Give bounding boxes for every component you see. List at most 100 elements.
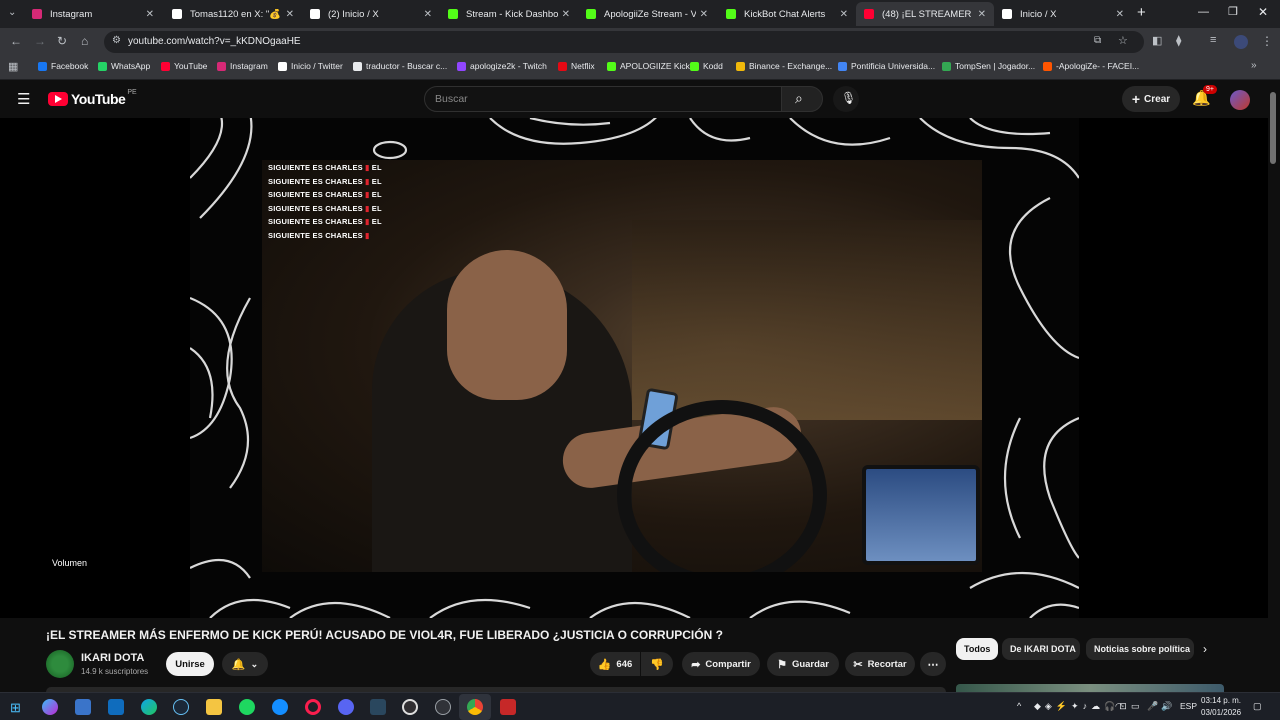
tab-close-icon[interactable]: ✕ [286, 9, 294, 20]
discord-icon[interactable] [338, 699, 354, 715]
site-info-icon[interactable]: ⚙ [112, 35, 121, 46]
page-scrollbar[interactable] [1270, 92, 1276, 164]
opera-gx-icon[interactable] [305, 699, 321, 715]
new-tab-button[interactable]: + [1137, 4, 1146, 21]
bookmark-item[interactable]: Kodd [690, 61, 723, 71]
bookmark-item[interactable]: Inicio / Twitter [278, 61, 343, 71]
channel-name[interactable]: IKARI DOTA [81, 652, 144, 664]
browser-tab[interactable]: (48) ¡EL STREAMER M ✕ [856, 2, 994, 26]
bookmark-item[interactable]: Binance - Exchange... [736, 61, 832, 71]
address-bar[interactable]: ⚙ youtube.com/watch?v=_kKDNOgaaHE ⧉ ☆ [104, 31, 1144, 53]
battlenet-icon[interactable] [272, 699, 288, 715]
bookmark-item[interactable]: Facebook [38, 61, 88, 71]
clock-date[interactable]: 03/01/2026 [1201, 708, 1241, 717]
browser-tab[interactable]: KickBot Chat Alerts ✕ [718, 2, 856, 26]
filter-chip[interactable]: Todos [956, 638, 998, 660]
browser-tab[interactable]: (2) Inicio / X ✕ [302, 2, 440, 26]
bookmark-item[interactable]: traductor - Buscar c... [353, 61, 447, 71]
browser-tab[interactable]: Inicio / X ✕ [994, 2, 1132, 26]
video-player[interactable]: SIGUIENTE ES CHARLES ▮ EL SIGUIENTE ES CH… [0, 118, 1268, 618]
close-window-icon[interactable]: ✕ [1258, 5, 1268, 19]
browser-tab[interactable]: Tomas1120 en X: "💰 $20 ✕ [164, 2, 302, 26]
chart-app-icon[interactable] [435, 699, 451, 715]
profile-avatar[interactable] [1234, 35, 1248, 49]
dislike-button[interactable]: 👎 [641, 652, 673, 676]
bookmark-star-icon[interactable]: ☆ [1118, 34, 1128, 47]
back-arrow-icon[interactable]: ← [10, 34, 22, 48]
browser-tab[interactable]: Stream - Kick Dashboard ✕ [440, 2, 578, 26]
microphone-tray-icon[interactable]: 🎤 [1147, 701, 1158, 712]
subscribed-notifications-button[interactable]: 🔔 ⌄ [222, 652, 268, 676]
wifi-icon[interactable]: ◠ [1115, 701, 1123, 712]
filter-chip[interactable]: De IKARI DOTA [1002, 638, 1080, 660]
bookmark-item[interactable]: APOLOGIIZE Kick [607, 61, 690, 71]
outlook-icon[interactable] [108, 699, 124, 715]
search-button[interactable]: ⌕ [781, 86, 823, 112]
account-avatar[interactable] [1230, 90, 1250, 110]
browser-menu-icon[interactable]: ⋮ [1261, 34, 1273, 48]
notification-center-icon[interactable]: ▢ [1253, 701, 1262, 712]
browser-tab[interactable]: Instagram ✕ [24, 2, 162, 26]
install-app-icon[interactable]: ⧉ [1094, 35, 1101, 46]
restore-window-icon[interactable]: ❐ [1228, 5, 1238, 18]
tray-overflow-icon[interactable]: ^ [1017, 701, 1021, 711]
media-control-icon[interactable]: ≡ [1210, 34, 1216, 46]
channel-avatar[interactable] [46, 650, 74, 678]
steam-client-icon[interactable] [370, 699, 386, 715]
bookmark-item[interactable]: Pontificia Universida... [838, 61, 935, 71]
game-launcher-icon[interactable] [500, 699, 516, 715]
windows-start-icon[interactable]: ⊞ [10, 700, 21, 716]
tab-close-icon[interactable]: ✕ [700, 9, 708, 20]
tab-close-icon[interactable]: ✕ [146, 9, 154, 20]
bookmark-item[interactable]: -ApologiZe- - FACEI... [1043, 61, 1139, 71]
create-button[interactable]: + Crear [1122, 86, 1180, 112]
bookmark-item[interactable]: YouTube [161, 61, 207, 71]
tab-search-chevron-icon[interactable]: ⌄ [8, 7, 16, 18]
youtube-logo[interactable]: YouTube PE [48, 89, 137, 107]
speaker-icon[interactable]: 🔊 [1161, 701, 1172, 712]
battery-icon[interactable]: ▭ [1131, 701, 1140, 712]
tab-close-icon[interactable]: ✕ [424, 9, 432, 20]
forward-arrow-icon[interactable]: → [34, 34, 46, 48]
like-button[interactable]: 👍 646 [590, 652, 640, 676]
bookmark-item[interactable]: WhatsApp [98, 61, 150, 71]
browser-tab[interactable]: ApologiiZe Stream - Vi ✕ [578, 2, 716, 26]
voice-search-button[interactable]: 🎙 [833, 86, 859, 112]
clip-button[interactable]: ✂ Recortar [845, 652, 915, 676]
copilot-icon[interactable] [42, 699, 58, 715]
file-explorer-icon[interactable] [206, 699, 222, 715]
store-icon[interactable] [75, 699, 91, 715]
chips-next-arrow-icon[interactable]: › [1203, 642, 1207, 656]
tab-close-icon[interactable]: ✕ [562, 9, 570, 20]
extensions-puzzle-icon[interactable]: ⧫ [1176, 34, 1181, 47]
apps-grid-icon[interactable]: ▦ [8, 60, 18, 73]
steam-icon[interactable] [173, 699, 189, 715]
tab-close-icon[interactable]: ✕ [1116, 9, 1124, 20]
clock-time[interactable]: 03:14 p. m. [1201, 696, 1241, 705]
minimize-window-icon[interactable]: — [1198, 6, 1209, 18]
bookmark-item[interactable]: apologize2k - Twitch [457, 61, 547, 71]
share-button[interactable]: ➦ Compartir [682, 652, 760, 676]
search-input[interactable]: Buscar [424, 86, 782, 112]
obs-icon[interactable] [402, 699, 418, 715]
chrome-icon[interactable] [467, 699, 483, 715]
bookmark-item[interactable]: Netflix [558, 61, 595, 71]
tab-close-icon[interactable]: ✕ [840, 9, 848, 20]
home-icon[interactable]: ⌂ [81, 34, 88, 48]
guide-menu-icon[interactable]: ☰ [17, 90, 30, 108]
bookmark-item[interactable]: TompSen | Jogador... [942, 61, 1035, 71]
extension-icon[interactable]: ◧ [1152, 34, 1162, 47]
related-thumbnail[interactable] [956, 684, 1224, 692]
notifications-button[interactable]: 🔔 9+ [1192, 85, 1217, 108]
edge-icon[interactable] [141, 699, 157, 715]
reload-icon[interactable]: ↻ [57, 34, 67, 48]
filter-chip[interactable]: Noticias sobre política [1086, 638, 1194, 660]
tab-close-icon[interactable]: ✕ [978, 9, 986, 20]
language-indicator[interactable]: ESP [1180, 701, 1197, 711]
more-bookmarks-icon[interactable]: » [1251, 60, 1257, 71]
save-button[interactable]: ⚑ Guardar [767, 652, 839, 676]
join-button[interactable]: Unirse [166, 652, 214, 676]
bookmark-item[interactable]: Instagram [217, 61, 268, 71]
spotify-icon[interactable] [239, 699, 255, 715]
more-actions-button[interactable]: ⋯ [920, 652, 946, 676]
